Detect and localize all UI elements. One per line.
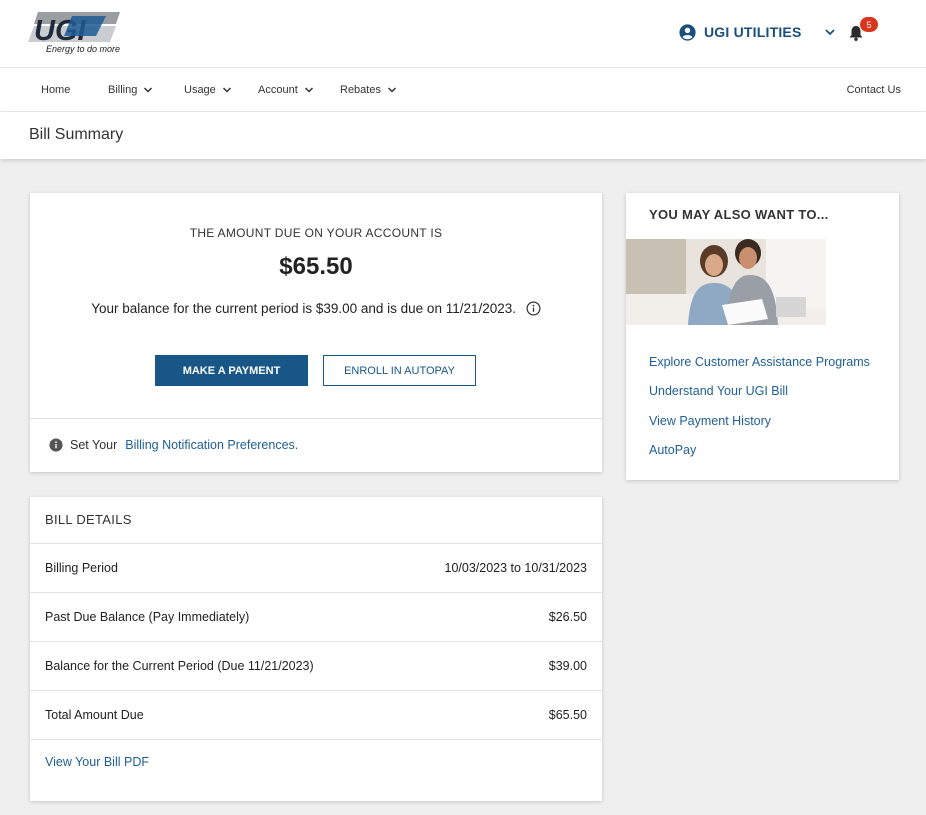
page-title: Bill Summary [29, 126, 124, 143]
user-circle-icon [679, 23, 696, 41]
chevron-down-icon [222, 87, 231, 93]
understand-bill-link[interactable]: Understand Your UGI Bill [649, 384, 788, 398]
row-label: Balance for the Current Period (Due 11/2… [45, 659, 314, 673]
notification-badge: 5 [860, 17, 878, 32]
nav-usage[interactable]: Usage [184, 68, 232, 112]
row-value: $39.00 [548, 659, 587, 673]
customer-assistance-link[interactable]: Explore Customer Assistance Programs [649, 355, 870, 369]
row-label: Past Due Balance (Pay Immediately) [45, 610, 250, 624]
chevron-down-icon [824, 29, 835, 36]
bill-details-heading: BILL DETAILS [45, 512, 132, 527]
billing-notification-preferences-link[interactable]: Billing Notification Preferences. [125, 438, 298, 452]
bill-details-card: BILL DETAILS Billing Period 10/03/2023 t… [30, 497, 602, 801]
nav-home-label: Home [41, 84, 71, 96]
total-due-row: Total Amount Due $65.50 [30, 690, 602, 739]
suggestions-heading: YOU MAY ALSO WANT TO... [649, 207, 829, 222]
nav-billing-label: Billing [108, 84, 138, 96]
couple-reviewing-bill-photo [626, 239, 826, 325]
payment-history-link[interactable]: View Payment History [649, 414, 771, 428]
chevron-down-icon [387, 87, 397, 93]
suggestions-card: YOU MAY ALSO WANT TO... Explore Customer… [626, 193, 899, 480]
account-name: UGI UTILITIES [704, 24, 802, 40]
contact-us-link[interactable]: Contact Us [847, 68, 901, 112]
past-due-row: Past Due Balance (Pay Immediately) $26.5… [30, 592, 602, 641]
row-label: Billing Period [45, 561, 118, 575]
info-icon [49, 438, 63, 452]
top-header: UGI Energy to do more UGI UTILITIES 5 [0, 0, 926, 68]
row-value: $65.50 [548, 708, 587, 722]
pdf-row: View Your Bill PDF [30, 739, 602, 801]
nav-rebates[interactable]: Rebates [340, 68, 397, 112]
autopay-link[interactable]: AutoPay [649, 443, 696, 457]
preferences-prefix: Set Your [70, 438, 118, 452]
page-title-bar: Bill Summary [0, 112, 926, 159]
divider [30, 418, 602, 419]
notification-preferences-row: Set Your Billing Notification Preference… [49, 438, 298, 452]
nav-usage-label: Usage [184, 84, 216, 96]
main-nav: Home Billing Usage Account Rebates Conta… [0, 68, 926, 112]
balance-text: Your balance for the current period is $… [91, 301, 517, 316]
view-bill-pdf-link[interactable]: View Your Bill PDF [45, 755, 149, 769]
enroll-autopay-button[interactable]: ENROLL IN AUTOPAY [323, 355, 476, 386]
amount-due-value: $65.50 [279, 253, 353, 280]
row-value: 10/03/2023 to 10/31/2023 [444, 561, 588, 575]
nav-account-label: Account [258, 84, 298, 96]
logo-tagline: Energy to do more [46, 44, 121, 54]
account-menu[interactable]: UGI UTILITIES [679, 20, 836, 44]
amount-due-heading: THE AMOUNT DUE ON YOUR ACCOUNT IS [189, 226, 443, 240]
row-value: $26.50 [548, 610, 587, 624]
row-label: Total Amount Due [45, 708, 144, 722]
billing-period-row: Billing Period 10/03/2023 to 10/31/2023 [30, 543, 602, 592]
balance-summary: Your balance for the current period is $… [30, 301, 602, 316]
nav-home[interactable]: Home [41, 68, 70, 112]
chevron-down-icon [144, 87, 153, 93]
current-period-row: Balance for the Current Period (Due 11/2… [30, 641, 602, 690]
chevron-down-icon [304, 87, 313, 93]
make-payment-button[interactable]: MAKE A PAYMENT [155, 355, 308, 386]
nav-billing[interactable]: Billing [108, 68, 153, 112]
info-icon[interactable] [526, 301, 541, 316]
amount-due-card: THE AMOUNT DUE ON YOUR ACCOUNT IS $65.50… [30, 193, 602, 472]
nav-rebates-label: Rebates [340, 84, 381, 96]
nav-account[interactable]: Account [258, 68, 314, 112]
